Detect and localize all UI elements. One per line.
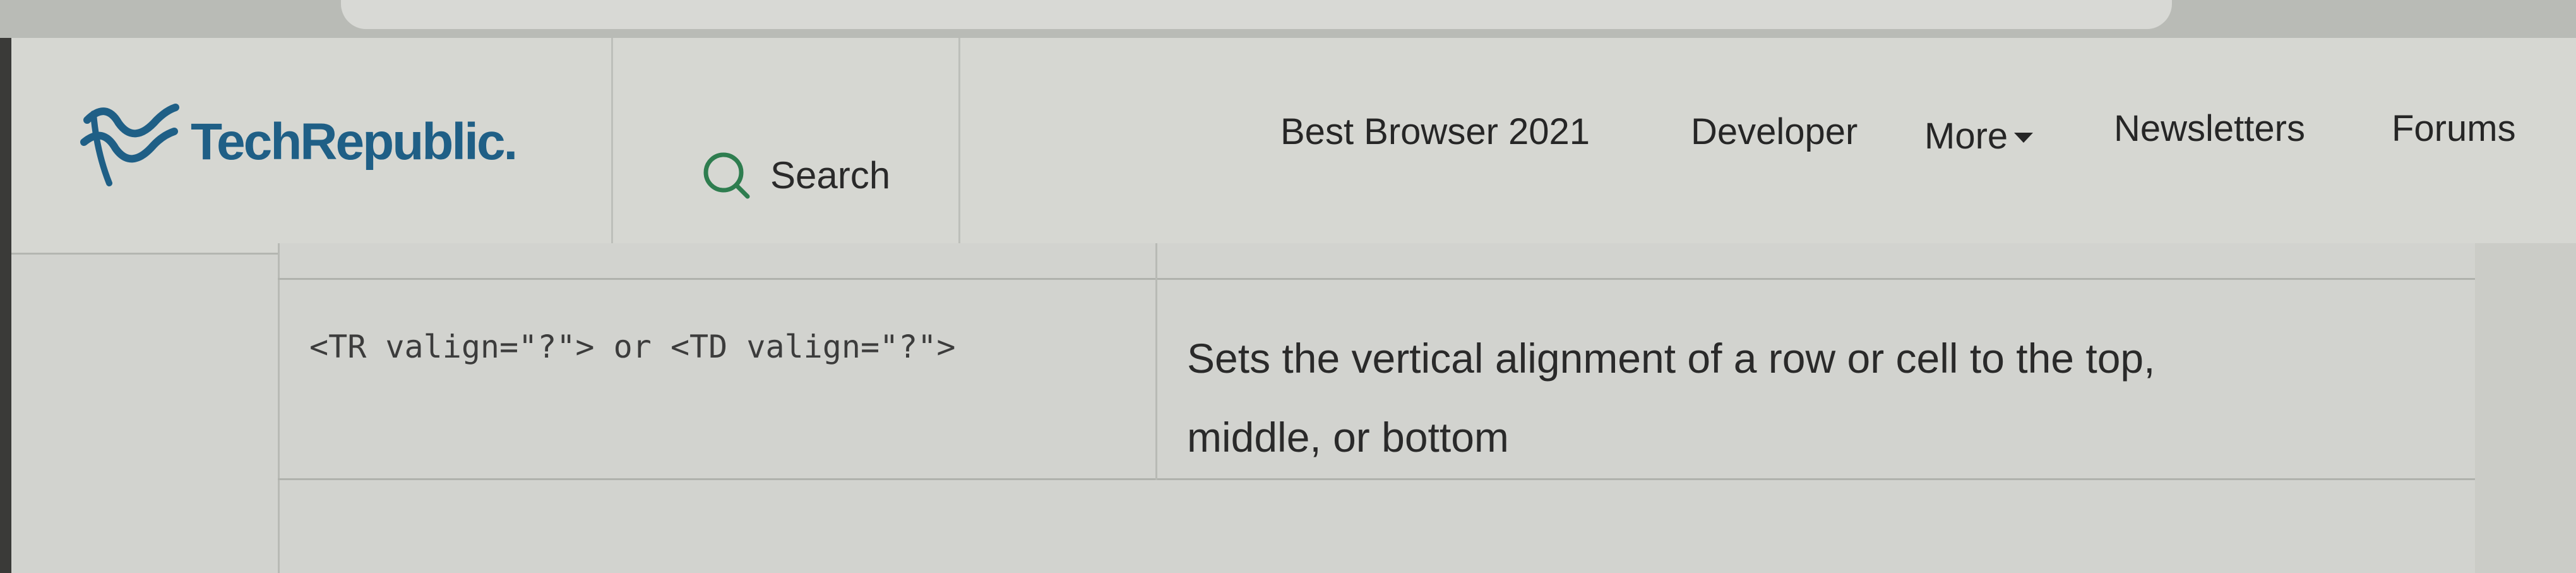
address-bar[interactable]	[341, 0, 2172, 29]
nav-item-more[interactable]: More	[1924, 111, 2034, 161]
column-divider	[1155, 243, 1157, 480]
techrepublic-logo-icon	[80, 104, 179, 186]
page-margin	[2475, 243, 2576, 573]
screen-bezel	[0, 38, 11, 573]
table-cell-description: Sets the vertical alignment of a row or …	[1187, 319, 2412, 477]
description-line: Sets the vertical alignment of a row or …	[1187, 335, 2156, 382]
description-line: middle, or bottom	[1187, 414, 1509, 461]
nav-item-more-label: More	[1924, 115, 2008, 157]
table-row	[278, 480, 2475, 573]
site-header: TechRepublic. Search Best Browser 2021 D…	[11, 38, 2576, 255]
nav-item-best-browser-2021[interactable]: Best Browser 2021	[1280, 111, 1590, 161]
site-logo[interactable]: TechRepublic.	[75, 95, 518, 190]
nav-item-developer[interactable]: Developer	[1691, 111, 1857, 161]
header-divider	[611, 38, 613, 253]
search-icon	[703, 152, 750, 199]
logo-text: TechRepublic.	[191, 113, 518, 171]
browser-chrome	[0, 0, 2576, 38]
table-cell-code: <TR valign="?"> or <TD valign="?">	[309, 329, 956, 365]
search-label: Search	[770, 154, 891, 196]
nav-item-newsletters[interactable]: Newsletters	[2114, 107, 2305, 158]
chevron-down-icon	[2014, 133, 2034, 143]
search-button[interactable]: Search	[700, 148, 890, 202]
header-divider	[958, 38, 960, 253]
nav-item-forums[interactable]: Forums	[2392, 107, 2516, 158]
